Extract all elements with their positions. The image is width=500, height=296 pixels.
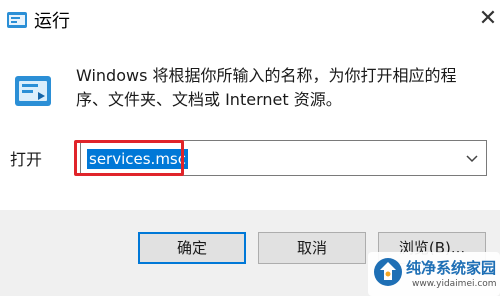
description-text: Windows 将根据你所输入的名称，为你打开相应的程序、文件夹、文档或 Int… [76, 66, 457, 109]
close-icon: ✕ [478, 6, 498, 31]
run-dialog: 运行 ✕ Windows 将根据你所输入的名称，为你打开相应的程序、文件夹、文档… [0, 0, 500, 296]
watermark: 纯净系统家园 www.yidaimei.com [368, 252, 500, 296]
run-dialog-icon [15, 76, 51, 106]
open-label: 打开 [10, 150, 43, 169]
run-app-icon [7, 12, 27, 28]
ok-button[interactable]: 确定 [138, 232, 246, 264]
watermark-title: 纯净系统家园 [406, 259, 497, 277]
window-title: 运行 [34, 11, 70, 32]
close-button[interactable]: ✕ [476, 4, 500, 36]
cancel-button[interactable]: 取消 [258, 232, 366, 264]
title-bar[interactable]: 运行 ✕ [0, 0, 500, 44]
annotation-highlight [74, 140, 184, 176]
watermark-logo [374, 258, 402, 286]
watermark-url: www.yidaimei.com [412, 279, 497, 289]
chevron-down-icon[interactable] [462, 148, 482, 168]
